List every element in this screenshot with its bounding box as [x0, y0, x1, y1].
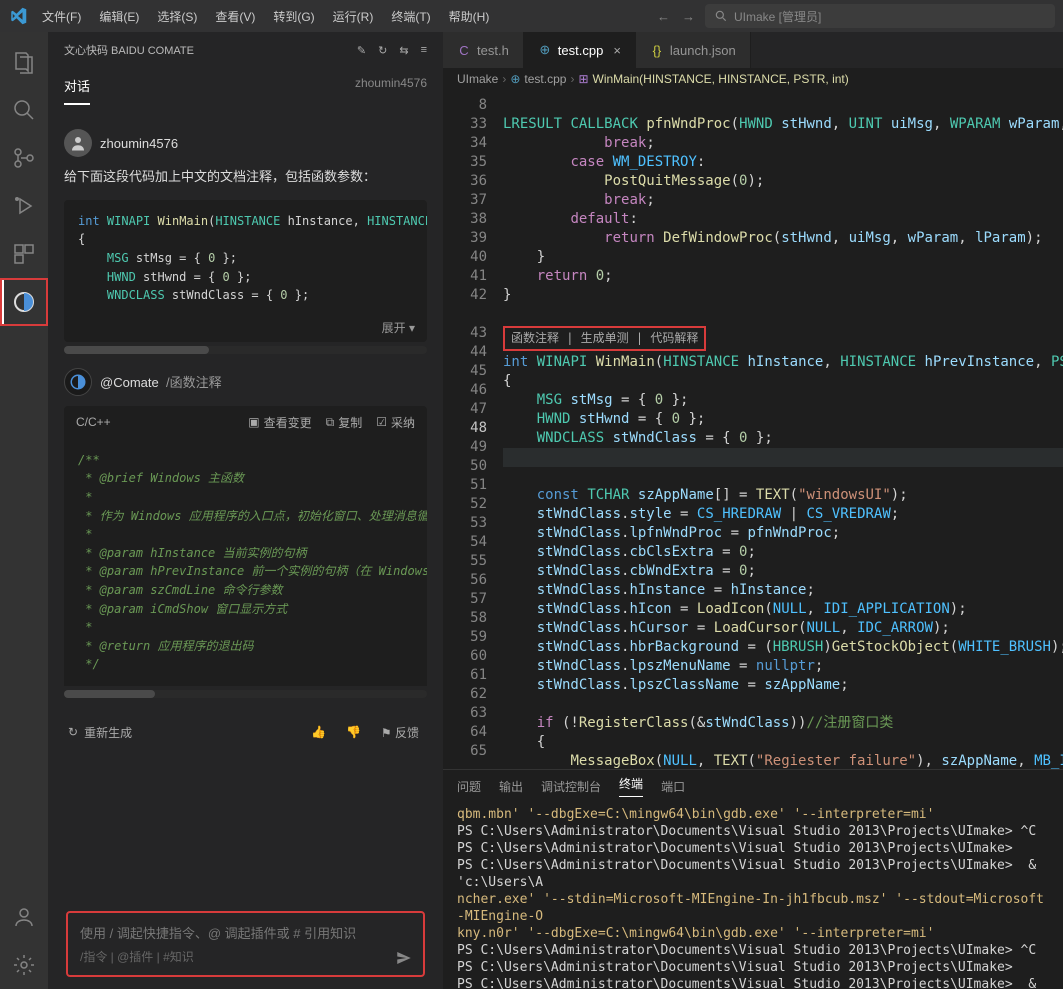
terminal-line: PS C:\Users\Administrator\Documents\Visu… [457, 840, 1049, 857]
sidebar-icon-collapse[interactable]: ⇆ [399, 44, 408, 57]
user-avatar [64, 129, 92, 157]
expand-button[interactable]: 展开 ▾ [64, 313, 427, 342]
terminal-line: PS C:\Users\Administrator\Documents\Visu… [457, 959, 1049, 976]
h-scrollbar[interactable] [64, 346, 427, 354]
c-file-icon: C [457, 43, 471, 57]
editor-panel: C test.h ⊕ test.cpp × {} launch.json UIm… [443, 32, 1063, 989]
menu-selection[interactable]: 选择(S) [149, 4, 205, 29]
copy-button[interactable]: ⧉ 复制 [326, 414, 363, 431]
user-prompt: 给下面这段代码加上中文的文档注释，包括函数参数： [64, 167, 427, 188]
search-icon [714, 9, 728, 23]
thumbs-up-icon[interactable]: 👍 [307, 723, 330, 741]
terminal-line: qbm.mbn' '--dbgExe=C:\mingw64\bin\gdb.ex… [457, 806, 1049, 823]
terminal-line: PS C:\Users\Administrator\Documents\Visu… [457, 976, 1049, 989]
line-gutter: 833343536373839404142 434445464748495051… [443, 90, 503, 769]
menu-help[interactable]: 帮助(H) [441, 4, 498, 29]
editor-tabs: C test.h ⊕ test.cpp × {} launch.json [443, 32, 1063, 68]
titlebar: 文件(F) 编辑(E) 选择(S) 查看(V) 转到(G) 运行(R) 终端(T… [0, 0, 1063, 32]
activity-extensions[interactable] [0, 230, 48, 278]
command-center[interactable]: UImake [管理员] [705, 4, 1055, 28]
panel-tab-debug[interactable]: 调试控制台 [541, 778, 601, 795]
menu-run[interactable]: 运行(R) [325, 4, 382, 29]
sidebar-icon-new[interactable]: ✎ [357, 44, 366, 57]
chat-tab-dialog[interactable]: 对话 [64, 68, 90, 105]
code-editor[interactable]: 833343536373839404142 434445464748495051… [443, 90, 1063, 769]
command-center-text: UImake [管理员] [734, 8, 821, 25]
breadcrumb-symbol[interactable]: WinMain(HINSTANCE, HINSTANCE, PSTR, int) [593, 72, 849, 86]
terminal-line: PS C:\Users\Administrator\Documents\Visu… [457, 942, 1049, 959]
activity-explorer[interactable] [0, 38, 48, 86]
sidebar-icon-more[interactable]: ≡ [421, 44, 427, 57]
terminal-line: PS C:\Users\Administrator\Documents\Visu… [457, 823, 1049, 840]
activity-bar [0, 32, 48, 989]
tab-test-h[interactable]: C test.h [443, 32, 524, 68]
panel-tab-ports[interactable]: 端口 [661, 778, 685, 795]
terminal-line: ncher.exe' '--stdin=Microsoft-MIEngine-I… [457, 891, 1049, 925]
nav-back-icon[interactable]: ← [657, 9, 670, 24]
terminal-line: kny.n0r' '--dbgExe=C:\mingw64\bin\gdb.ex… [457, 925, 1049, 942]
activity-search[interactable] [0, 86, 48, 134]
code-content[interactable]: LRESULT CALLBACK pfnWndProc(HWND stHwnd,… [503, 90, 1063, 769]
user-code-block: int WINAPI WinMain(HINSTANCE hInstance, … [64, 200, 427, 317]
panel-tab-terminal[interactable]: 终端 [619, 775, 643, 797]
activity-settings[interactable] [0, 941, 48, 989]
view-diff-button[interactable]: ▣ 查看变更 [248, 414, 311, 431]
code-header: C/C++ ▣ 查看变更 ⧉ 复制 ☑ 采纳 [64, 406, 427, 439]
breadcrumb-file[interactable]: test.cpp [524, 72, 566, 86]
menu-go[interactable]: 转到(G) [265, 4, 322, 29]
menu-view[interactable]: 查看(V) [207, 4, 263, 29]
feedback-button[interactable]: ⚑ 反馈 [377, 722, 423, 743]
cpp-file-icon: ⊕ [538, 43, 552, 57]
code-lang: C/C++ [76, 415, 111, 429]
sidebar-icon-history[interactable]: ↻ [378, 44, 387, 57]
doc-comment-block: /** * @brief Windows 主函数 * * 作为 Windows … [64, 439, 427, 686]
menu-bar: 文件(F) 编辑(E) 选择(S) 查看(V) 转到(G) 运行(R) 终端(T… [34, 4, 497, 29]
close-icon[interactable]: × [613, 43, 621, 58]
menu-edit[interactable]: 编辑(E) [91, 4, 147, 29]
breadcrumb[interactable]: UImake › ⊕ test.cpp › ⊞ WinMain(HINSTANC… [443, 68, 1063, 90]
terminal-panel: 问题 输出 调试控制台 终端 端口 qbm.mbn' '--dbgExe=C:\… [443, 769, 1063, 989]
regenerate-button[interactable]: ↻ 重新生成 [68, 724, 132, 741]
panel-tab-problems[interactable]: 问题 [457, 778, 481, 795]
send-icon[interactable] [395, 949, 413, 967]
codelens-actions[interactable]: 函数注释 | 生成单测 | 代码解释 [503, 326, 706, 351]
sidebar-comate: 文心快码 BAIDU COMATE ✎ ↻ ⇆ ≡ 对话 zhoumin4576… [48, 32, 443, 989]
sidebar-title: 文心快码 BAIDU COMATE [64, 42, 194, 58]
breadcrumb-root[interactable]: UImake [457, 72, 498, 86]
vscode-logo-icon [8, 6, 28, 26]
menu-file[interactable]: 文件(F) [34, 4, 89, 29]
terminal-body[interactable]: qbm.mbn' '--dbgExe=C:\mingw64\bin\gdb.ex… [443, 802, 1063, 989]
json-file-icon: {} [650, 43, 664, 57]
chat-input-placeholder: 使用 / 调起快捷指令、@ 调起插件或 # 引用知识 [80, 923, 383, 942]
activity-comate[interactable] [0, 278, 48, 326]
chat-input[interactable]: 使用 / 调起快捷指令、@ 调起插件或 # 引用知识 /指令 | @插件 | #… [66, 911, 425, 977]
adopt-button[interactable]: ☑ 采纳 [376, 414, 415, 431]
chat-input-hint: /指令 | @插件 | #知识 [80, 948, 383, 965]
activity-source-control[interactable] [0, 134, 48, 182]
tab-launch-json[interactable]: {} launch.json [636, 32, 751, 68]
panel-tab-output[interactable]: 输出 [499, 778, 523, 795]
comate-avatar [64, 368, 92, 396]
user-name: zhoumin4576 [100, 136, 178, 151]
terminal-tabs: 问题 输出 调试控制台 终端 端口 [443, 770, 1063, 802]
terminal-line: PS C:\Users\Administrator\Documents\Visu… [457, 857, 1049, 891]
comate-name: @Comate /函数注释 [100, 372, 222, 391]
chat-username: zhoumin4576 [355, 68, 427, 98]
tab-test-cpp[interactable]: ⊕ test.cpp × [524, 32, 636, 68]
menu-terminal[interactable]: 终端(T) [383, 4, 438, 29]
nav-forward-icon[interactable]: → [682, 9, 695, 24]
h-scrollbar-2[interactable] [64, 690, 427, 698]
activity-run-debug[interactable] [0, 182, 48, 230]
thumbs-down-icon[interactable]: 👎 [342, 723, 365, 741]
activity-accounts[interactable] [0, 893, 48, 941]
